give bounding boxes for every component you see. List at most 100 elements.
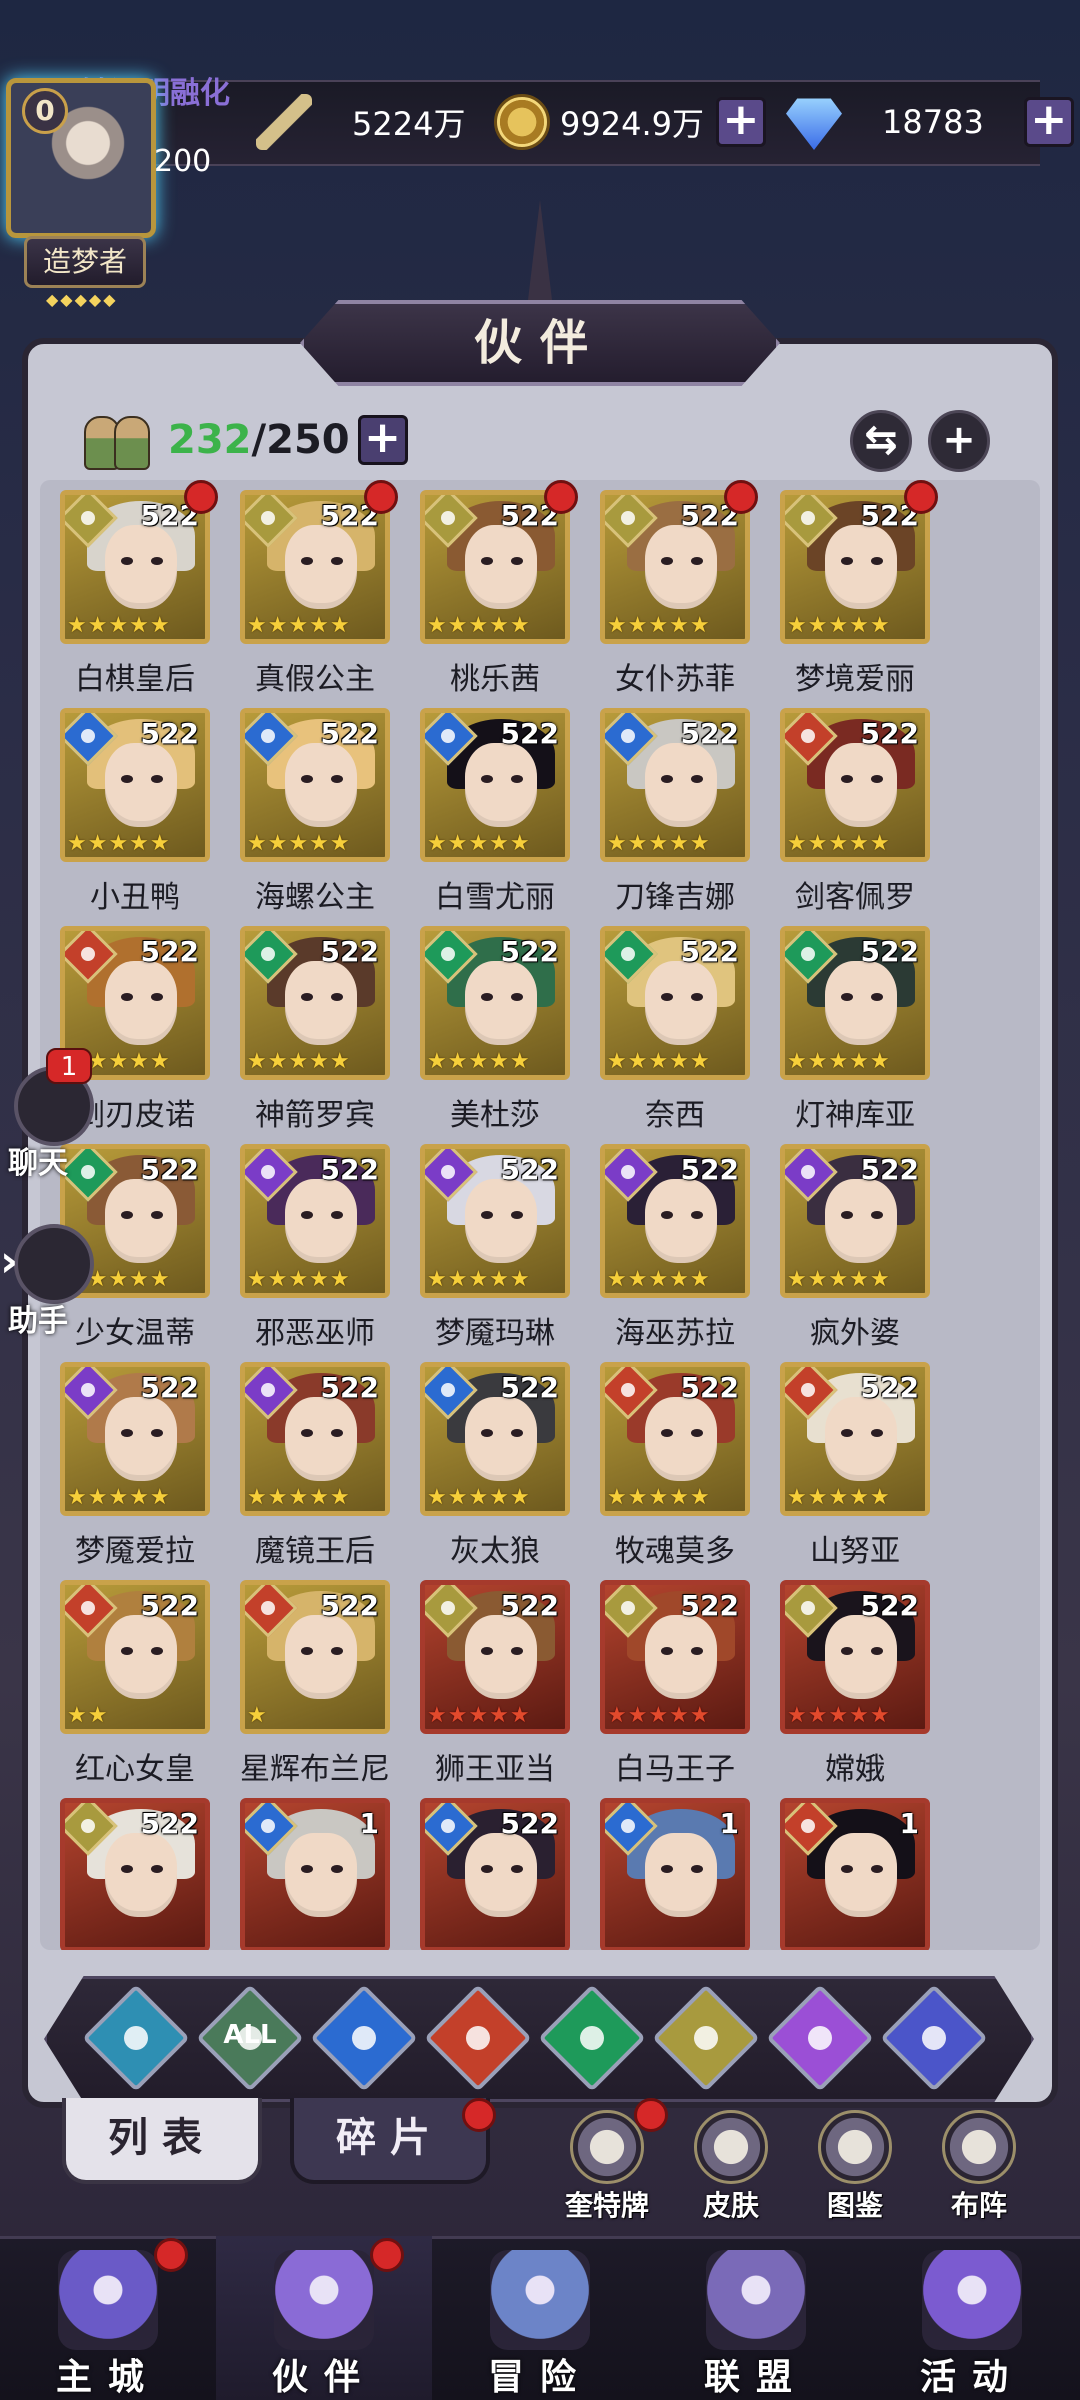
hero-eye (871, 775, 883, 783)
hero-stars: ★★★★★ (247, 1485, 351, 1510)
hero-card[interactable]: 522 ★★★★★ 女仆苏菲 (592, 480, 758, 697)
hero-face (825, 525, 897, 609)
hero-card[interactable]: 522 (52, 1788, 218, 1950)
hero-face (105, 1179, 177, 1263)
assistant-button[interactable]: › 助手 (0, 1224, 100, 1339)
hero-card[interactable]: 522 ★★★★★ 梦魇玛琳 (412, 1134, 578, 1351)
hero-card[interactable]: 522 ★★★★★ 海巫苏拉 (592, 1134, 758, 1351)
tab-list[interactable]: 列表 (62, 2098, 262, 2184)
hero-stars: ★ (247, 1703, 268, 1728)
hero-card[interactable]: 522 ★★★★★ 嫦娥 (772, 1570, 938, 1787)
hero-card[interactable]: 522 ★★★★★ 小丑鸭 (52, 698, 218, 915)
hero-eye (511, 1211, 523, 1219)
nav-partners-icon (274, 2250, 374, 2350)
hero-card[interactable]: 522 ★★★★★ 梦魇爱拉 (52, 1352, 218, 1569)
hero-stars: ★★★★★ (427, 613, 531, 638)
hero-eye (691, 1211, 703, 1219)
shards-notification-dot (462, 2098, 496, 2132)
hero-card[interactable]: 522 ★★★★★ 牧魂莫多 (592, 1352, 758, 1569)
nav-partners[interactable]: 伙伴 (216, 2236, 432, 2400)
hero-face (465, 961, 537, 1045)
hero-card[interactable]: 522 ★★★★★ 奈西 (592, 916, 758, 1133)
hero-card[interactable]: 1 (772, 1788, 938, 1950)
notification-dot (364, 480, 398, 514)
swap-icon[interactable]: ⇆ (850, 410, 912, 472)
hero-card[interactable]: 522 ★★★★★ 白马王子 (592, 1570, 758, 1787)
hero-name: 桃乐茜 (450, 662, 540, 697)
hero-level: 522 (140, 1589, 199, 1622)
gem-display: 18783 + (786, 92, 1074, 152)
expand-capacity-button[interactable]: + (357, 415, 408, 465)
hero-card[interactable]: 1 (592, 1788, 758, 1950)
tool-skin-button[interactable]: 皮肤 (676, 2110, 786, 2222)
nav-main-city[interactable]: 主城 (0, 2236, 216, 2400)
hero-card[interactable]: 522 ★★★★★ 灯神库亚 (772, 916, 938, 1133)
hero-eye (121, 1211, 133, 1219)
hero-card[interactable]: 522 ★★★★★ 神箭罗宾 (232, 916, 398, 1133)
hero-level: 522 (860, 935, 919, 968)
hero-eye (121, 993, 133, 1001)
hero-card[interactable]: 522 ★★★★★ 白棋皇后 (52, 480, 218, 697)
nav-alliance[interactable]: 联盟 (648, 2236, 864, 2400)
nav-adventure-label: 冒险 (487, 2357, 592, 2398)
hero-card[interactable]: 522 ★★★★★ 桃乐茜 (412, 480, 578, 697)
hero-name: 神箭罗宾 (255, 1098, 375, 1133)
hero-card[interactable]: 522 ★★★★★ 邪恶巫师 (232, 1134, 398, 1351)
hero-eye (841, 1647, 853, 1655)
hero-level: 522 (320, 1589, 379, 1622)
capacity-max: /250 (251, 417, 350, 463)
hero-stars: ★★★★★ (427, 831, 531, 856)
hero-stars: ★★★★★ (787, 1703, 891, 1728)
hero-card[interactable]: 522 ★★★★★ 真假公主 (232, 480, 398, 697)
hero-portrait-frame: 522 (60, 1798, 210, 1950)
chat-label: 聊天 (8, 1146, 68, 1181)
nav-events[interactable]: 活动 (864, 2236, 1080, 2400)
add-gem-button[interactable]: + (1023, 97, 1074, 147)
tool-formation-button[interactable]: 布阵 (924, 2110, 1034, 2222)
hero-card[interactable]: 522 ★★★★★ 剑客佩罗 (772, 698, 938, 915)
tool-skin-label: 皮肤 (702, 2189, 759, 2222)
hero-portrait-frame: 522 ★★★★★ (780, 926, 930, 1080)
page-title: 伙伴 (473, 315, 606, 371)
hero-stars: ★★★★★ (247, 831, 351, 856)
hero-face (465, 743, 537, 827)
nav-adventure[interactable]: 冒险 (432, 2236, 648, 2400)
hero-eye (871, 557, 883, 565)
hero-card[interactable]: 522 ★★★★★ 山努亚 (772, 1352, 938, 1569)
hero-card[interactable]: 522 ★★★★★ 刀锋吉娜 (592, 698, 758, 915)
hero-card[interactable]: 522 ★★★★★ 梦境爱丽 (772, 480, 938, 697)
hero-portrait-frame: 522 ★★★★★ (420, 1362, 570, 1516)
hero-name: 红心女皇 (75, 1752, 195, 1787)
hero-stars: ★★ (67, 1703, 109, 1728)
hero-card[interactable]: 522 ★★★★★ 疯外婆 (772, 1134, 938, 1351)
hero-card[interactable]: 522 ★ 星辉布兰尼 (232, 1570, 398, 1787)
tool-skin-icon (694, 2110, 768, 2184)
hero-portrait-frame: 522 ★★★★★ (420, 1144, 570, 1298)
hero-eye (151, 1429, 163, 1437)
hero-card[interactable]: 522 ★★★★★ 灰太狼 (412, 1352, 578, 1569)
hero-portrait-frame: 522 ★★★★★ (240, 1144, 390, 1298)
hero-card[interactable]: 522 ★★★★★ 海螺公主 (232, 698, 398, 915)
hero-card[interactable]: 522 ★★★★★ 白雪尤丽 (412, 698, 578, 915)
hero-portrait-frame: 522 ★★★★★ (420, 1580, 570, 1734)
hero-name: 少女温蒂 (75, 1316, 195, 1351)
hero-card[interactable]: 1 (232, 1788, 398, 1950)
chat-button[interactable]: 1 聊天 (0, 1048, 100, 1181)
hero-eye (301, 1865, 313, 1873)
hero-card[interactable]: 522 ★★ 红心女皇 (52, 1570, 218, 1787)
hero-card[interactable]: 522 ★★★★★ 美杜莎 (412, 916, 578, 1133)
hero-eye (661, 1647, 673, 1655)
hero-portrait-frame: 522 ★★★★★ (240, 926, 390, 1080)
tab-shards[interactable]: 碎片 (290, 2098, 490, 2184)
hero-face (825, 1833, 897, 1917)
hero-face (645, 1397, 717, 1481)
add-gold-button[interactable]: + (715, 97, 766, 147)
hero-name: 剑客佩罗 (795, 880, 915, 915)
hero-stars: ★★★★★ (607, 1267, 711, 1292)
gold-display: 9924.9万 + (494, 92, 766, 152)
add-icon[interactable]: + (928, 410, 990, 472)
hero-card[interactable]: 522 (412, 1788, 578, 1950)
tool-codex-button[interactable]: 图鉴 (800, 2110, 910, 2222)
hero-card[interactable]: 522 ★★★★★ 狮王亚当 (412, 1570, 578, 1787)
hero-card[interactable]: 522 ★★★★★ 魔镜王后 (232, 1352, 398, 1569)
